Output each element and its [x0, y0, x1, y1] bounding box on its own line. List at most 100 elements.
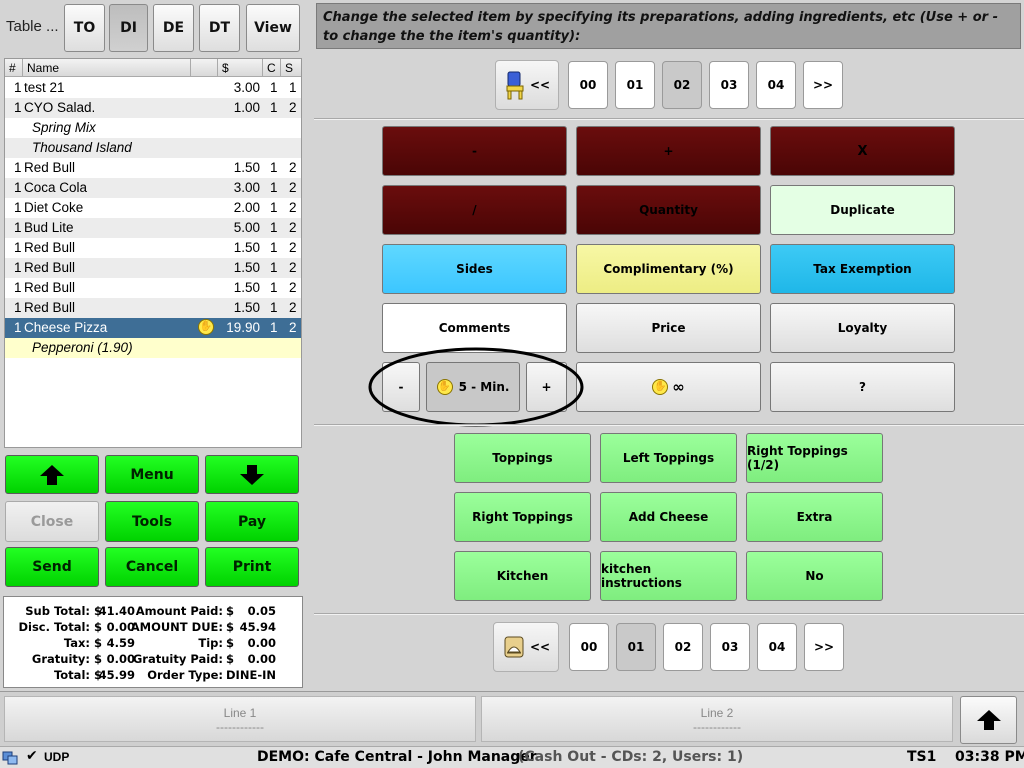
order-item-price: 3.00	[233, 180, 260, 195]
hold-infinite-label: ∞	[672, 378, 685, 396]
menu-button[interactable]: Menu	[105, 455, 199, 494]
order-modifier-row[interactable]: Spring Mix	[5, 118, 301, 138]
column-header-c: C	[263, 59, 281, 77]
order-item-qty: 1	[14, 80, 22, 95]
tools-button[interactable]: Tools	[105, 501, 199, 542]
seat-02-button[interactable]: 02	[662, 61, 702, 109]
terminal-name: TS1	[907, 749, 937, 765]
modifier-group-extra[interactable]: Extra	[746, 492, 883, 542]
modifier-group-right-toppings[interactable]: Right Toppings	[454, 492, 591, 542]
order-item-row[interactable]: 1 Coca Cola 3.00 1 2	[5, 178, 301, 198]
modifier-group-no[interactable]: No	[746, 551, 883, 601]
duplicate-button[interactable]: Duplicate	[770, 185, 955, 235]
chair-icon	[506, 71, 524, 100]
sides-button[interactable]: Sides	[382, 244, 567, 294]
send-button[interactable]: Send	[5, 547, 99, 587]
currency-sign: $	[226, 652, 235, 666]
order-item-price: 1.00	[233, 100, 260, 115]
modifier-group-add-cheese[interactable]: Add Cheese	[600, 492, 737, 542]
arrow-up-icon	[976, 710, 1001, 730]
food-tray-icon	[504, 636, 524, 658]
plus-button[interactable]: +	[576, 126, 761, 176]
order-item-row[interactable]: 1 Red Bull 1.50 1 2	[5, 238, 301, 258]
order-item-row[interactable]: 1 Red Bull 1.50 1 2	[5, 258, 301, 278]
course-00-button[interactable]: 00	[569, 623, 609, 671]
order-item-row[interactable]: 1 Diet Coke 2.00 1 2	[5, 198, 301, 218]
arrow-down-icon	[240, 464, 264, 485]
order-item-seat: 2	[289, 180, 297, 195]
order-item-name: Red Bull	[24, 260, 76, 275]
quantity-button[interactable]: Quantity	[576, 185, 761, 235]
order-item-name: Bud Lite	[24, 220, 74, 235]
seat-04-button[interactable]: 04	[756, 61, 796, 109]
course-01-button[interactable]: 01	[616, 623, 656, 671]
order-item-course: 1	[270, 200, 278, 215]
amount-paid-value: 0.05	[247, 604, 276, 618]
modifier-group-kitchen[interactable]: Kitchen	[454, 551, 591, 601]
table-label[interactable]: Table ...	[6, 18, 59, 35]
pay-button[interactable]: Pay	[205, 501, 299, 542]
order-item-qty: 1	[14, 160, 22, 175]
scroll-up-button[interactable]	[5, 455, 99, 494]
sub-total-label: Sub Total:	[25, 604, 90, 618]
order-item-row[interactable]: 1 Cheese Pizza 19.90 1 2 ✋	[5, 318, 301, 338]
order-item-price: 1.50	[233, 260, 260, 275]
course-prev-button[interactable]: <<	[493, 622, 559, 672]
divide-button[interactable]: /	[382, 185, 567, 235]
seat-03-button[interactable]: 03	[709, 61, 749, 109]
course-next-button[interactable]: >>	[804, 623, 844, 671]
order-type-dt-button[interactable]: DT	[199, 4, 240, 52]
order-type-di-button[interactable]: DI	[109, 4, 148, 52]
order-item-qty: 1	[14, 320, 22, 335]
order-item-row[interactable]: 1 Red Bull 1.50 1 2	[5, 298, 301, 318]
shift-up-button[interactable]	[960, 696, 1017, 744]
seat-prev-button[interactable]: <<	[495, 60, 559, 110]
gratuity-paid-label: Gratuity Paid:	[132, 652, 223, 666]
delete-button[interactable]: X	[770, 126, 955, 176]
order-item-qty: 1	[14, 100, 22, 115]
cancel-button[interactable]: Cancel	[105, 547, 199, 587]
modifier-group-right-toppings-half[interactable]: Right Toppings (1/2)	[746, 433, 883, 483]
order-item-row[interactable]: 1 Red Bull 1.50 1 2	[5, 158, 301, 178]
scroll-down-button[interactable]	[205, 455, 299, 494]
order-modifier-row[interactable]: Pepperoni (1.90)	[5, 338, 301, 358]
divider	[314, 424, 1024, 426]
order-item-qty: 1	[14, 220, 22, 235]
seat-next-button[interactable]: >>	[803, 61, 843, 109]
seat-00-button[interactable]: 00	[568, 61, 608, 109]
course-02-button[interactable]: 02	[663, 623, 703, 671]
print-button[interactable]: Print	[205, 547, 299, 587]
order-item-price: 1.50	[233, 160, 260, 175]
course-04-button[interactable]: 04	[757, 623, 797, 671]
close-button[interactable]: Close	[5, 501, 99, 542]
seat-01-button[interactable]: 01	[615, 61, 655, 109]
order-item-price: 2.00	[233, 200, 260, 215]
hold-infinite-button[interactable]: ✋ ∞	[576, 362, 761, 412]
total-value: 45.99	[98, 668, 135, 682]
check-icon: ✔	[26, 748, 38, 764]
order-item-row[interactable]: 1 CYO Salad. 1.00 1 2	[5, 98, 301, 118]
tax-exemption-button[interactable]: Tax Exemption	[770, 244, 955, 294]
line-2-value: ------------	[693, 720, 741, 734]
network-icon[interactable]	[2, 750, 18, 766]
order-modifier-row[interactable]: Thousand Island	[5, 138, 301, 158]
order-item-row[interactable]: 1 Red Bull 1.50 1 2	[5, 278, 301, 298]
instruction-banner: Change the selected item by specifying i…	[316, 3, 1021, 49]
order-item-row[interactable]: 1 Bud Lite 5.00 1 2	[5, 218, 301, 238]
order-list[interactable]: # Name $ C S 1 test 21 3.00 1 1 1 CYO Salad. 1.…	[4, 58, 302, 448]
order-type-to-button[interactable]: TO	[64, 4, 105, 52]
minus-button[interactable]: -	[382, 126, 567, 176]
modifier-group-toppings[interactable]: Toppings	[454, 433, 591, 483]
order-item-qty: 1	[14, 240, 22, 255]
modifier-group-left-toppings[interactable]: Left Toppings	[600, 433, 737, 483]
complimentary-button[interactable]: Complimentary (%)	[576, 244, 761, 294]
price-button[interactable]: Price	[576, 303, 761, 353]
question-button[interactable]: ?	[770, 362, 955, 412]
view-button[interactable]: View	[246, 4, 300, 52]
column-header-price: $	[218, 59, 263, 77]
course-03-button[interactable]: 03	[710, 623, 750, 671]
loyalty-button[interactable]: Loyalty	[770, 303, 955, 353]
order-type-de-button[interactable]: DE	[153, 4, 194, 52]
modifier-group-kitchen-instructions[interactable]: kitchen instructions	[600, 551, 737, 601]
order-item-row[interactable]: 1 test 21 3.00 1 1	[5, 78, 301, 98]
